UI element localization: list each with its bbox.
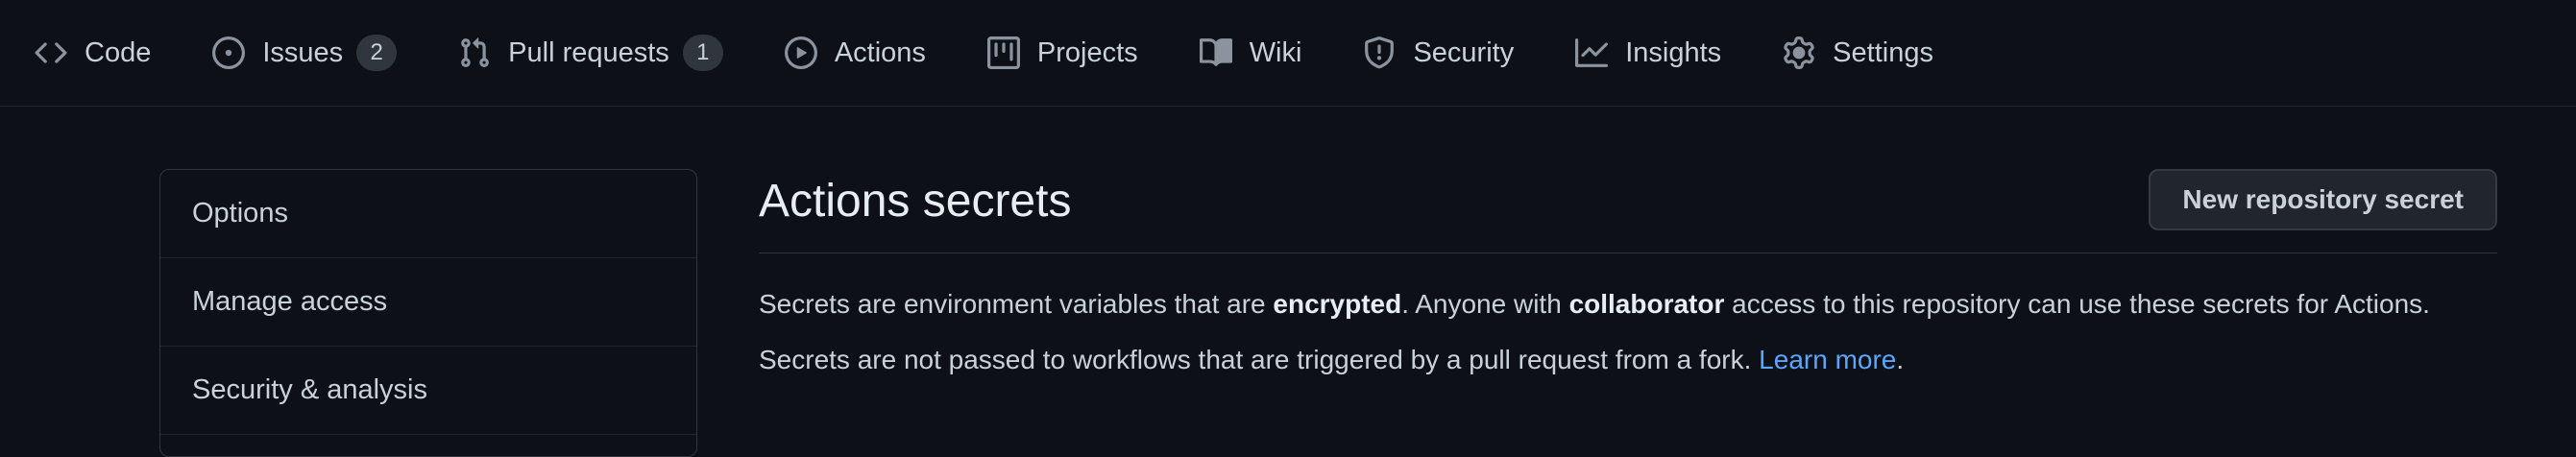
play-icon [784, 36, 817, 69]
desc-emphasis-collaborator: collaborator [1568, 289, 1725, 319]
tab-insights[interactable]: Insights [1575, 24, 1721, 82]
project-icon [986, 36, 1020, 69]
desc-text: Secrets are not passed to workflows that… [759, 345, 1760, 374]
new-repository-secret-button[interactable]: New repository secret [2149, 168, 2497, 230]
sidebar-item-security-analysis[interactable]: Security & analysis [160, 347, 696, 435]
secrets-description: Secrets are environment variables that a… [759, 289, 2497, 320]
code-icon [35, 36, 67, 69]
desc-emphasis-encrypted: encrypted [1273, 289, 1402, 319]
gear-icon [1783, 36, 1815, 69]
book-icon [1199, 36, 1232, 69]
git-pull-request-icon [458, 36, 491, 69]
desc-text: . [1896, 345, 1905, 374]
tab-wiki[interactable]: Wiki [1199, 24, 1302, 82]
issue-opened-icon [212, 36, 246, 69]
tab-issues-label: Issues [262, 36, 344, 68]
tab-projects[interactable]: Projects [986, 24, 1138, 82]
sidebar-item-label: Manage access [192, 286, 388, 317]
tab-settings[interactable]: Settings [1783, 24, 1933, 82]
tab-security-label: Security [1413, 36, 1515, 68]
tab-actions[interactable]: Actions [784, 24, 926, 82]
fork-note: Secrets are not passed to workflows that… [759, 345, 2497, 375]
desc-text: Secrets are environment variables that a… [759, 289, 1274, 319]
tab-code-label: Code [85, 36, 152, 68]
pull-requests-count-badge: 1 [682, 35, 723, 71]
tab-projects-label: Projects [1036, 36, 1138, 68]
desc-text: . Anyone with [1401, 289, 1569, 319]
tab-security[interactable]: Security [1363, 24, 1514, 82]
tab-code[interactable]: Code [35, 24, 151, 82]
settings-sidebar: Options Manage access Security & analysi… [159, 169, 697, 457]
tab-pull-requests[interactable]: Pull requests 1 [458, 24, 723, 82]
graph-icon [1575, 36, 1609, 69]
page-header: Actions secrets New repository secret [759, 168, 2497, 253]
page-title: Actions secrets [759, 176, 1072, 227]
desc-text: access to this repository can use these … [1724, 289, 2430, 319]
sidebar-item-label: Security & analysis [192, 374, 427, 405]
tab-settings-label: Settings [1833, 36, 1933, 68]
shield-icon [1363, 36, 1396, 69]
sidebar-item-manage-access[interactable]: Manage access [160, 258, 696, 347]
issues-count-badge: 2 [356, 35, 398, 71]
tab-insights-label: Insights [1625, 36, 1722, 68]
sidebar-item-options[interactable]: Options [160, 170, 696, 258]
tab-actions-label: Actions [834, 36, 926, 68]
tab-pull-requests-label: Pull requests [508, 36, 669, 68]
repo-nav: Code Issues 2 Pull requests 1 Actions Pr… [0, 0, 2576, 107]
learn-more-link[interactable]: Learn more [1759, 345, 1896, 374]
tab-issues[interactable]: Issues 2 [212, 24, 398, 82]
main-content: Actions secrets New repository secret Se… [759, 168, 2497, 375]
tab-wiki-label: Wiki [1249, 36, 1302, 68]
sidebar-item-label: Options [192, 198, 288, 228]
